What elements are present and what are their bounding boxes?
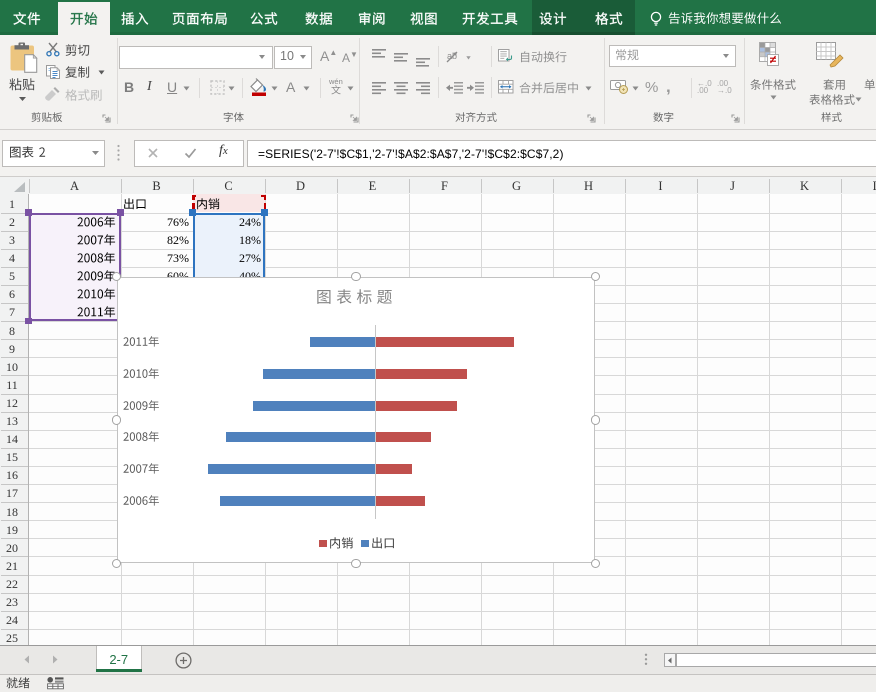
svg-text:ab: ab bbox=[447, 51, 457, 61]
